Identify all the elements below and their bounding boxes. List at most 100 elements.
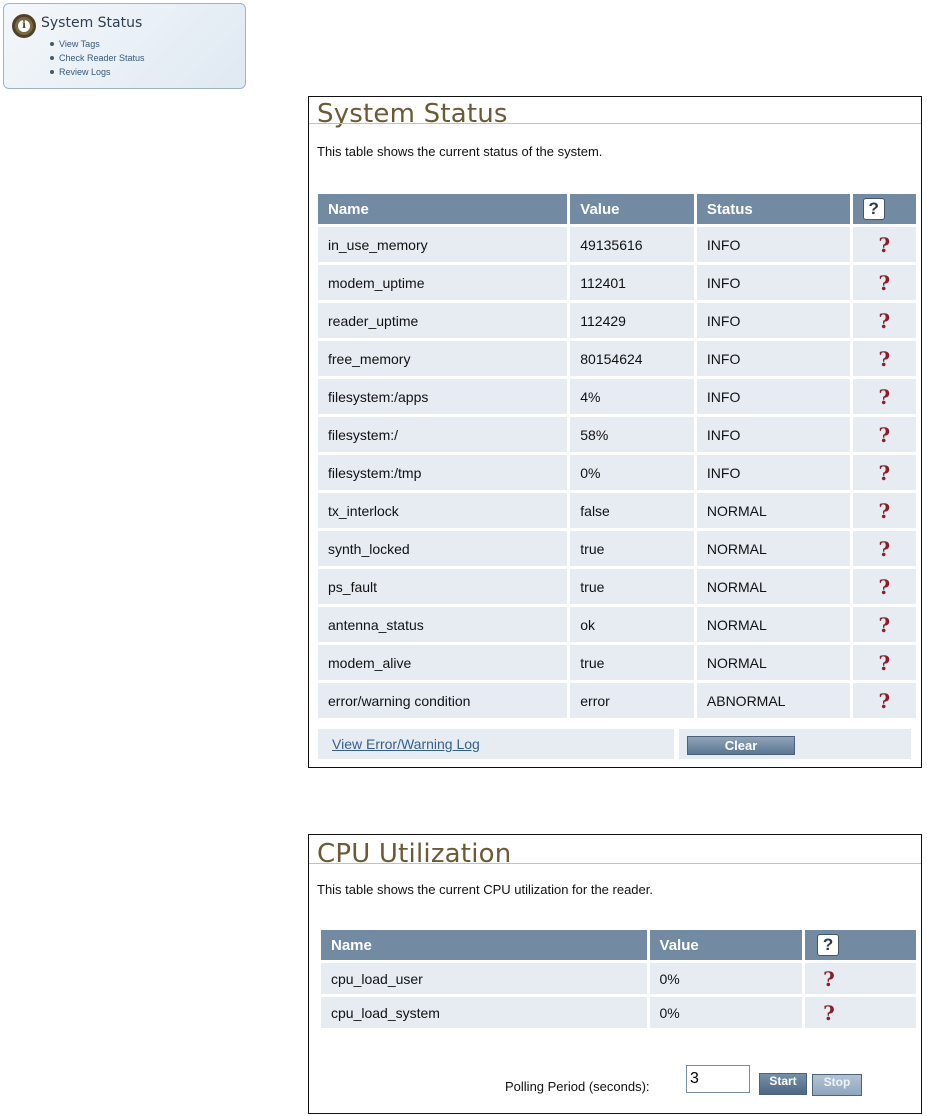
help-icon[interactable]: ? — [817, 934, 840, 956]
row-help-cell: ? — [852, 227, 916, 262]
cpu-utilization-panel: CPU Utilization This table shows the cur… — [308, 834, 922, 1114]
system-status-panel: System Status This table shows the curre… — [308, 96, 922, 768]
row-value: true — [570, 531, 694, 566]
help-question-icon[interactable]: ? — [878, 423, 890, 447]
table-row: free_memory 80154624 INFO? — [318, 341, 916, 376]
row-value: 49135616 — [570, 227, 694, 262]
help-question-icon[interactable]: ? — [878, 271, 890, 295]
row-name: antenna_status — [318, 607, 568, 642]
clear-button-cell: Clear — [679, 729, 911, 759]
nav-title: System Status — [41, 15, 143, 31]
view-error-warning-log-link[interactable]: View Error/Warning Log — [332, 736, 480, 752]
help-question-icon[interactable]: ? — [878, 309, 890, 333]
row-status: NORMAL — [696, 493, 850, 528]
cpu-utilization-table: Name Value ? cpu_load_user 0%? cpu_load_sy… — [318, 927, 919, 1031]
row-name: error/warning condition — [318, 683, 568, 718]
clear-button[interactable]: Clear — [687, 736, 795, 755]
help-question-icon[interactable]: ? — [878, 347, 890, 371]
row-status: ABNORMAL — [696, 683, 850, 718]
nav-link-review-logs[interactable]: Review Logs — [50, 65, 145, 79]
help-question-icon[interactable]: ? — [878, 689, 890, 713]
panel-title: System Status — [317, 99, 508, 129]
column-header-name: Name — [321, 930, 647, 960]
help-question-icon[interactable]: ? — [823, 967, 835, 991]
row-name: in_use_memory — [318, 227, 568, 262]
row-value: error — [570, 683, 694, 718]
table-row: cpu_load_system 0%? — [321, 997, 916, 1028]
column-header-help: ? — [852, 194, 916, 224]
log-link-cell: View Error/Warning Log — [318, 729, 674, 759]
row-help-cell: ? — [852, 607, 916, 642]
table-row: cpu_load_user 0%? — [321, 963, 916, 994]
row-status: INFO — [696, 379, 850, 414]
stop-button[interactable]: Stop — [812, 1074, 862, 1096]
help-question-icon[interactable]: ? — [878, 651, 890, 675]
row-name: modem_uptime — [318, 265, 568, 300]
info-icon: i — [12, 14, 36, 38]
title-divider — [309, 863, 921, 864]
row-help-cell: ? — [805, 997, 916, 1028]
help-question-icon[interactable]: ? — [878, 233, 890, 257]
row-name: synth_locked — [318, 531, 568, 566]
table-row: tx_interlock false NORMAL? — [318, 493, 916, 528]
row-value: 80154624 — [570, 341, 694, 376]
nav-link-check-reader-status[interactable]: Check Reader Status — [50, 51, 145, 65]
row-status: INFO — [696, 227, 850, 262]
row-help-cell: ? — [852, 531, 916, 566]
column-header-value: Value — [570, 194, 694, 224]
row-help-cell: ? — [852, 379, 916, 414]
row-value: true — [570, 569, 694, 604]
row-name: tx_interlock — [318, 493, 568, 528]
panel-description: This table shows the current status of t… — [317, 144, 603, 159]
table-row: ps_fault true NORMAL? — [318, 569, 916, 604]
row-name: free_memory — [318, 341, 568, 376]
row-help-cell: ? — [852, 569, 916, 604]
table-row: modem_alive true NORMAL? — [318, 645, 916, 680]
row-name: cpu_load_user — [321, 963, 647, 994]
nav-link-view-tags[interactable]: View Tags — [50, 37, 145, 51]
row-help-cell: ? — [852, 417, 916, 452]
column-header-name: Name — [318, 194, 568, 224]
row-help-cell: ? — [852, 683, 916, 718]
nav-box: i System Status View Tags Check Reader S… — [3, 3, 246, 89]
row-name: filesystem:/tmp — [318, 455, 568, 490]
help-question-icon[interactable]: ? — [823, 1001, 835, 1025]
column-header-value: Value — [649, 930, 803, 960]
panel-description: This table shows the current CPU utiliza… — [317, 882, 653, 897]
help-question-icon[interactable]: ? — [878, 613, 890, 637]
table-row: filesystem:/tmp 0% INFO? — [318, 455, 916, 490]
row-name: modem_alive — [318, 645, 568, 680]
help-question-icon[interactable]: ? — [878, 575, 890, 599]
polling-period-input[interactable] — [686, 1065, 750, 1093]
help-question-icon[interactable]: ? — [878, 385, 890, 409]
row-value: 112401 — [570, 265, 694, 300]
row-status: NORMAL — [696, 607, 850, 642]
row-status: INFO — [696, 303, 850, 338]
help-question-icon[interactable]: ? — [878, 537, 890, 561]
row-help-cell: ? — [852, 455, 916, 490]
row-name: filesystem:/apps — [318, 379, 568, 414]
nav-links: View Tags Check Reader Status Review Log… — [50, 37, 145, 79]
row-status: NORMAL — [696, 645, 850, 680]
row-value: 0% — [649, 963, 803, 994]
row-help-cell: ? — [852, 303, 916, 338]
row-value: true — [570, 645, 694, 680]
table-row: antenna_status ok NORMAL? — [318, 607, 916, 642]
row-help-cell: ? — [852, 493, 916, 528]
help-icon[interactable]: ? — [862, 198, 885, 220]
help-question-icon[interactable]: ? — [878, 461, 890, 485]
table-row: filesystem:/apps 4% INFO? — [318, 379, 916, 414]
polling-period-label: Polling Period (seconds): — [505, 1079, 650, 1094]
row-name: cpu_load_system — [321, 997, 647, 1028]
column-header-help: ? — [805, 930, 916, 960]
table-row: synth_locked true NORMAL? — [318, 531, 916, 566]
row-value: 0% — [649, 997, 803, 1028]
row-status: NORMAL — [696, 569, 850, 604]
start-button[interactable]: Start — [759, 1073, 807, 1095]
help-question-icon[interactable]: ? — [878, 499, 890, 523]
table-row: reader_uptime 112429 INFO? — [318, 303, 916, 338]
row-value: false — [570, 493, 694, 528]
column-header-status: Status — [696, 194, 850, 224]
row-name: ps_fault — [318, 569, 568, 604]
row-help-cell: ? — [852, 265, 916, 300]
